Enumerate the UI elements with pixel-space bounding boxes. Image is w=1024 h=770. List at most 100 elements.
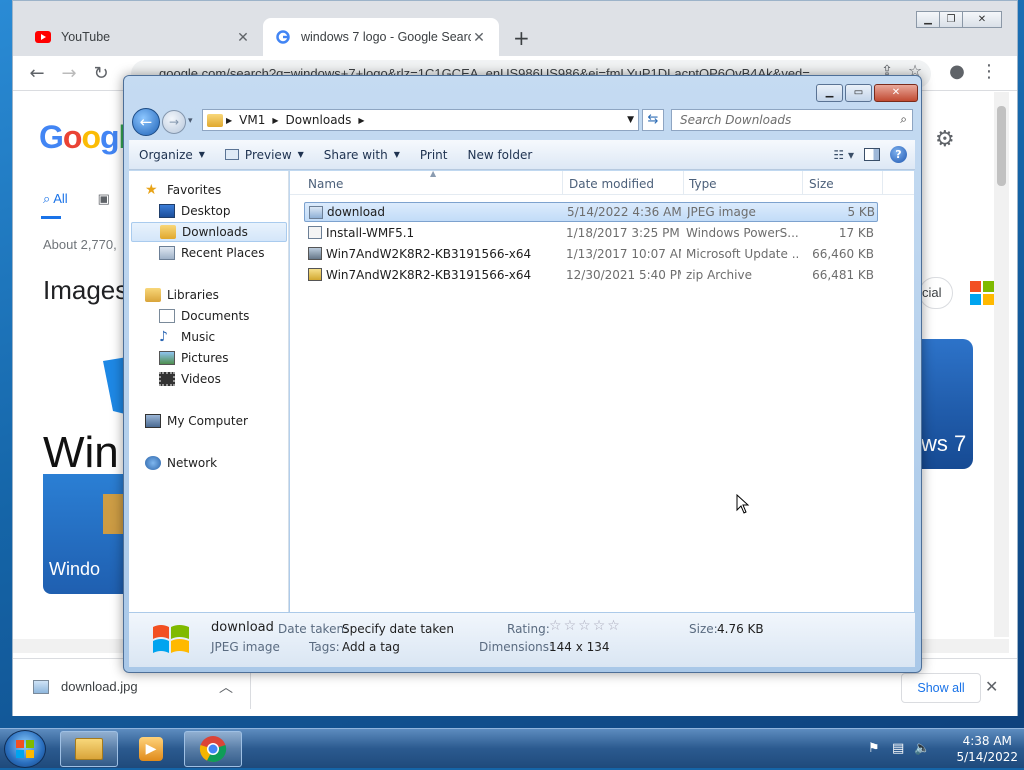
- breadcrumb-separator[interactable]: ▶: [272, 116, 278, 125]
- minimize-button[interactable]: ▁: [916, 11, 940, 28]
- active-tab-indicator: [41, 216, 61, 219]
- organize-menu[interactable]: Organize ▼: [139, 148, 215, 162]
- share-with-menu[interactable]: Share with ▼: [324, 148, 410, 162]
- tab-google-search[interactable]: windows 7 logo - Google Search ✕: [263, 18, 499, 56]
- menu-kebab-icon[interactable]: ⋮: [977, 61, 1001, 82]
- column-divider[interactable]: [683, 171, 684, 195]
- recent-pages-dropdown[interactable]: ▾: [188, 116, 193, 126]
- print-button[interactable]: Print: [420, 148, 458, 162]
- close-window-button[interactable]: ✕: [962, 11, 1002, 28]
- nav-label: Music: [181, 330, 216, 344]
- tab-all[interactable]: ⌕ All ▣: [43, 191, 110, 207]
- forward-button[interactable]: →: [162, 110, 186, 134]
- google-logo[interactable]: Googl: [39, 119, 127, 156]
- date-taken-value[interactable]: Specify date taken: [342, 622, 454, 636]
- nav-label: Libraries: [167, 288, 219, 302]
- file-row[interactable]: Win7AndW2K8R2-KB3191566-x64 12/30/2021 5…: [304, 265, 878, 285]
- maximize-button[interactable]: ▭: [845, 84, 872, 102]
- search-icon: ⌕: [43, 191, 51, 206]
- nav-label: Documents: [181, 309, 250, 323]
- taskbar-chrome-button[interactable]: [184, 731, 242, 767]
- refresh-icon[interactable]: ⇆: [642, 109, 664, 131]
- action-center-flag-icon[interactable]: ⚑: [868, 741, 880, 756]
- star-icon: ☆: [563, 618, 577, 634]
- rating-stars[interactable]: ☆ ☆ ☆ ☆ ☆: [549, 618, 622, 634]
- tab-youtube[interactable]: YouTube ✕: [23, 18, 263, 56]
- clock[interactable]: 4:38 AM 5/14/2022: [956, 733, 1018, 765]
- mouse-cursor-icon: [736, 494, 750, 514]
- back-button[interactable]: ←: [132, 108, 160, 136]
- column-divider[interactable]: [802, 171, 803, 195]
- column-name[interactable]: Name: [308, 177, 343, 191]
- close-window-button[interactable]: ✕: [874, 84, 918, 102]
- network-tray-icon[interactable]: ▤: [892, 741, 904, 756]
- explorer-window-controls: ▁ ▭ ✕: [816, 84, 918, 102]
- column-type[interactable]: Type: [689, 177, 717, 191]
- scrollbar-thumb[interactable]: [997, 106, 1006, 186]
- reload-icon[interactable]: ↻: [89, 63, 113, 84]
- nav-my-computer[interactable]: My Computer: [145, 411, 301, 431]
- nav-network[interactable]: Network: [145, 453, 301, 473]
- breadcrumb-vm1[interactable]: VM1: [239, 113, 265, 127]
- search-input[interactable]: Search Downloads ⌕: [671, 109, 913, 131]
- nav-favorites[interactable]: ★ Favorites: [145, 180, 301, 200]
- search-placeholder: Search Downloads: [680, 113, 792, 127]
- column-date-modified[interactable]: Date modified: [569, 177, 654, 191]
- chrome-icon: [199, 736, 227, 763]
- windows-start-icon: [16, 740, 34, 758]
- explorer-window: ▁ ▭ ✕ ← → ▾ ▶ VM1 ▶ Downloads ▶ ▼ ⇆ Sear…: [123, 75, 922, 673]
- new-tab-button[interactable]: +: [513, 26, 530, 50]
- file-name: Win7AndW2K8R2-KB3191566-x64: [326, 247, 532, 261]
- settings-gear-icon[interactable]: ⚙: [935, 127, 955, 152]
- file-row[interactable]: Win7AndW2K8R2-KB3191566-x64 1/13/2017 10…: [304, 244, 878, 264]
- search-icon[interactable]: ⌕: [900, 112, 907, 127]
- filter-chip[interactable]: cial: [919, 277, 953, 309]
- start-button[interactable]: [4, 730, 46, 768]
- taskbar-media-player-button[interactable]: ▶: [122, 731, 180, 767]
- file-row[interactable]: Install-WMF5.1 1/18/2017 3:25 PM Windows…: [304, 223, 878, 243]
- chip-label: cial: [922, 285, 942, 300]
- column-size[interactable]: Size: [809, 177, 834, 191]
- file-row[interactable]: download 5/14/2022 4:36 AM JPEG image 5 …: [304, 202, 878, 222]
- download-item[interactable]: download.jpg: [33, 679, 138, 694]
- vertical-scrollbar[interactable]: [994, 92, 1009, 637]
- address-bar[interactable]: ▶ VM1 ▶ Downloads ▶ ▼: [202, 109, 639, 131]
- forward-arrow-icon[interactable]: →: [57, 63, 81, 84]
- minimize-button[interactable]: ▁: [816, 84, 843, 102]
- view-options-icon[interactable]: ☷ ▾: [833, 148, 854, 162]
- volume-icon[interactable]: 🔈: [914, 741, 930, 756]
- preview-pane-icon[interactable]: [864, 148, 880, 161]
- videos-icon: [159, 372, 175, 386]
- profile-icon[interactable]: ●: [945, 61, 969, 82]
- nav-libraries[interactable]: Libraries: [145, 285, 301, 305]
- taskbar-explorer-button[interactable]: [60, 731, 118, 767]
- column-divider[interactable]: [562, 171, 563, 195]
- address-dropdown-icon[interactable]: ▼: [627, 115, 634, 125]
- star-icon: ☆: [607, 618, 620, 634]
- breadcrumb-separator[interactable]: ▶: [226, 116, 232, 125]
- clock-date: 5/14/2022: [956, 750, 1018, 764]
- tab-all-label: All: [53, 191, 68, 206]
- back-arrow-icon[interactable]: ←: [25, 63, 49, 84]
- help-icon[interactable]: ?: [890, 146, 907, 163]
- close-shelf-icon[interactable]: ✕: [985, 677, 998, 696]
- close-tab-icon[interactable]: ✕: [235, 29, 251, 46]
- images-tab-icon[interactable]: ▣: [98, 191, 110, 206]
- image-result-thumbnail-2[interactable]: ws 7: [917, 339, 973, 469]
- show-all-button[interactable]: Show all: [901, 673, 981, 703]
- image-file-icon: [309, 206, 323, 219]
- restore-button[interactable]: ❐: [939, 11, 963, 28]
- breadcrumb-separator[interactable]: ▶: [358, 116, 364, 125]
- close-tab-icon[interactable]: ✕: [471, 29, 487, 46]
- nav-downloads[interactable]: Downloads: [131, 222, 287, 242]
- preview-menu[interactable]: Preview ▼: [224, 148, 314, 162]
- new-folder-button[interactable]: New folder: [467, 148, 542, 162]
- chevron-up-icon[interactable]: ︿: [219, 677, 233, 697]
- taskbar: ▶ ⚑ ▤ 🔈 4:38 AM 5/14/2022: [0, 728, 1024, 768]
- breadcrumb-downloads[interactable]: Downloads: [286, 113, 352, 127]
- column-divider[interactable]: [882, 171, 883, 195]
- image-result-thumbnail[interactable]: Win Windo: [43, 336, 128, 598]
- tags-value[interactable]: Add a tag: [342, 640, 400, 654]
- view-controls: ☷ ▾ ?: [823, 146, 907, 163]
- file-list: Name ▲ Date modified Type Size download …: [290, 169, 914, 612]
